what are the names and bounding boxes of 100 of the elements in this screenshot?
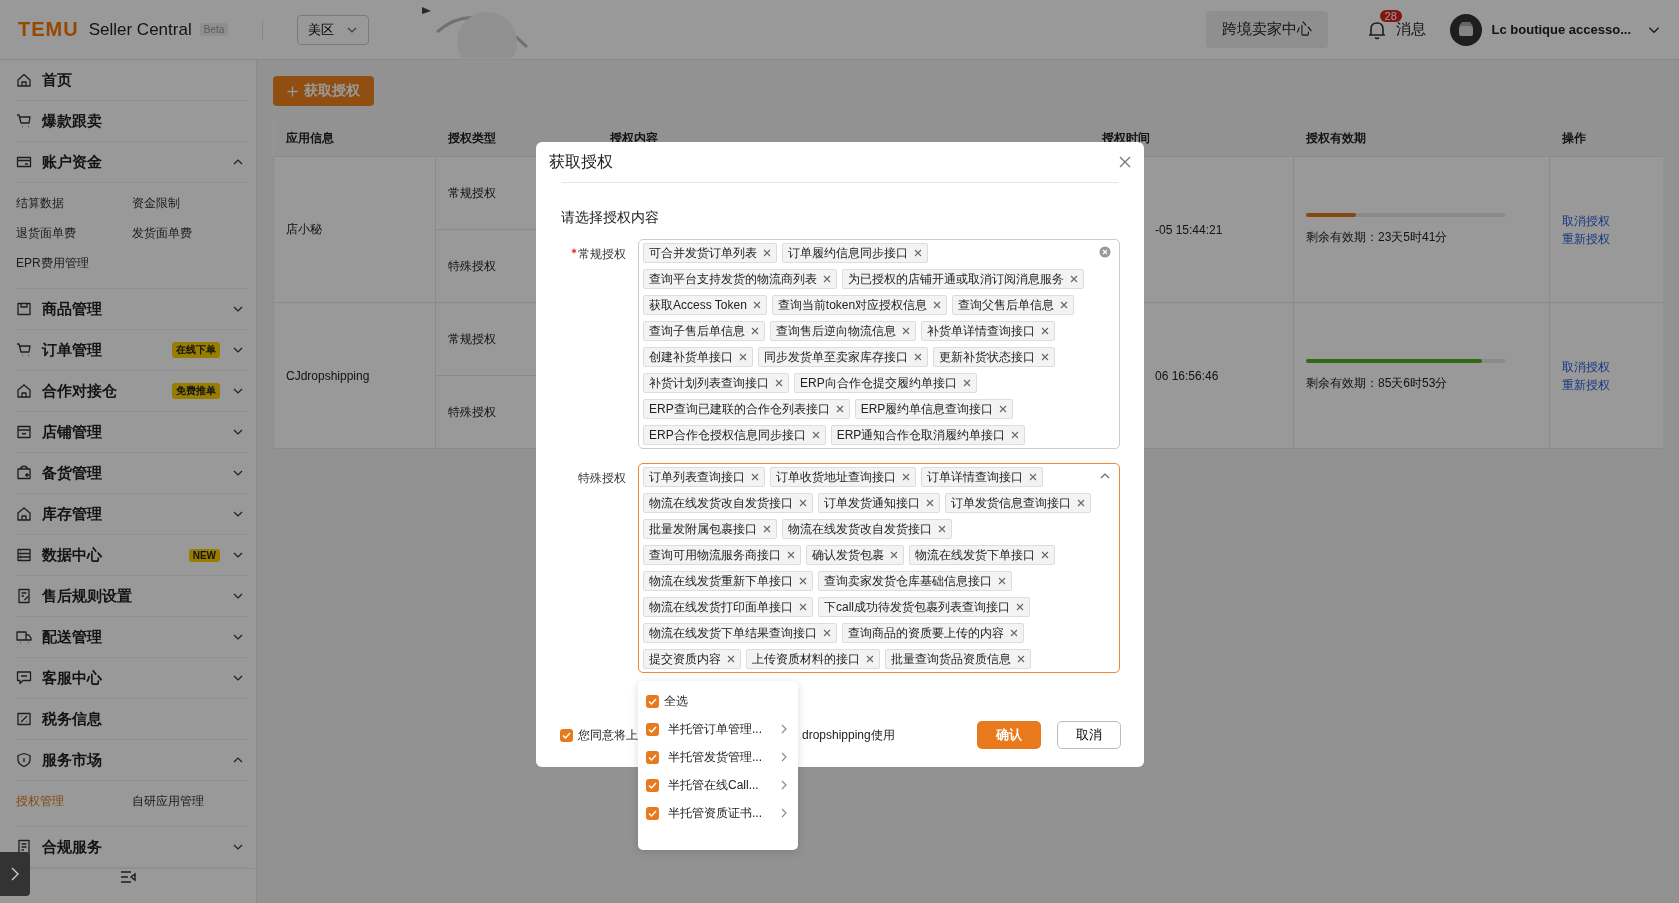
remove-icon[interactable] — [902, 473, 910, 481]
dropdown-option[interactable]: 半托管资质证书... — [638, 799, 798, 827]
remove-icon[interactable] — [890, 551, 898, 559]
option-checkbox[interactable] — [646, 722, 659, 736]
remove-icon[interactable] — [1011, 431, 1020, 439]
action-link[interactable]: 取消授权 — [1562, 211, 1651, 230]
tag-select-field[interactable] — [638, 239, 1120, 449]
agreement-text: dropshipping使用 — [802, 726, 895, 744]
remove-icon[interactable] — [1060, 301, 1069, 309]
remove-icon[interactable] — [1016, 603, 1024, 611]
agreement-checkbox[interactable] — [560, 728, 573, 742]
remove-icon[interactable] — [752, 301, 761, 309]
sidebar-item[interactable]: 库存管理 — [16, 494, 248, 535]
document-icon — [16, 588, 32, 604]
remove-icon[interactable] — [1041, 551, 1049, 559]
sidebar-item[interactable]: 首页 — [16, 60, 248, 101]
remove-icon[interactable] — [787, 551, 795, 559]
sidebar-item[interactable]: 客服中心 — [16, 658, 248, 699]
sidebar-subitem[interactable]: 结算数据 — [16, 195, 132, 212]
remove-icon[interactable] — [727, 655, 735, 663]
remove-icon[interactable] — [1029, 473, 1037, 481]
remove-icon[interactable] — [1017, 655, 1025, 663]
close-icon[interactable] — [1118, 155, 1132, 169]
remove-icon[interactable] — [1077, 499, 1085, 507]
sidebar-item[interactable]: 爆款跟卖 — [16, 101, 248, 142]
tag-label: 查询父售后单信息 — [958, 296, 1055, 314]
remove-icon[interactable] — [998, 577, 1006, 585]
remove-icon[interactable] — [933, 301, 942, 309]
option-checkbox[interactable] — [646, 778, 659, 792]
sidebar-subitem[interactable]: 自研应用管理 — [132, 793, 248, 810]
dropdown-option[interactable]: 全选 — [638, 687, 798, 715]
promo-badge: NEW — [188, 548, 220, 562]
sidebar-item[interactable]: 订单管理 在线下单 — [16, 330, 248, 371]
sidebar-item[interactable]: 商品管理 — [16, 289, 248, 330]
cancel-button[interactable]: 取消 — [1057, 721, 1121, 749]
remove-icon[interactable] — [999, 405, 1008, 413]
remove-icon[interactable] — [751, 473, 759, 481]
sidebar-subitem[interactable]: 发货面单费 — [132, 225, 248, 242]
remove-icon[interactable] — [799, 499, 807, 507]
remove-icon[interactable] — [835, 405, 844, 413]
remove-icon[interactable] — [799, 603, 807, 611]
remove-icon[interactable] — [1041, 327, 1049, 335]
tag-label: 查询售后逆向物流信息 — [776, 322, 896, 340]
sidebar-subitem[interactable]: EPR费用管理 — [16, 255, 132, 272]
remove-icon[interactable] — [914, 249, 922, 257]
option-checkbox[interactable] — [646, 750, 659, 764]
option-checkbox[interactable] — [646, 694, 659, 708]
remove-icon[interactable] — [799, 577, 807, 585]
remove-icon[interactable] — [938, 525, 946, 533]
dropdown-option[interactable]: 半托管在线Call... — [638, 771, 798, 799]
tag-label: 下call成功待发货包裹列表查询接口 — [824, 598, 1010, 616]
remove-icon[interactable] — [1010, 629, 1018, 637]
collapse-menu-icon[interactable] — [120, 870, 136, 884]
remove-icon[interactable] — [811, 431, 820, 439]
remove-icon[interactable] — [962, 379, 971, 387]
remove-icon[interactable] — [926, 499, 934, 507]
remove-icon[interactable] — [763, 525, 771, 533]
sidebar-item[interactable]: 配送管理 — [16, 617, 248, 658]
clear-icon[interactable] — [1099, 246, 1111, 258]
region-select[interactable]: 美区 — [297, 14, 370, 45]
sidebar-item[interactable]: 售后规则设置 — [16, 576, 248, 617]
field-label: 特殊授权 — [578, 471, 626, 485]
action-link[interactable]: 重新授权 — [1562, 375, 1651, 394]
remove-icon[interactable] — [763, 249, 771, 257]
card-icon — [16, 154, 32, 170]
box-icon — [16, 465, 32, 481]
expand-tab[interactable] — [0, 852, 30, 896]
remove-icon[interactable] — [914, 353, 922, 361]
remove-icon[interactable] — [823, 275, 831, 283]
remove-icon[interactable] — [1070, 275, 1078, 283]
sidebar-subitem[interactable]: 退货面单费 — [16, 225, 132, 242]
tag-label: 物流在线发货下单结果查询接口 — [649, 624, 817, 642]
remove-icon[interactable] — [902, 327, 910, 335]
shop-icon — [16, 424, 32, 440]
remove-icon[interactable] — [866, 655, 874, 663]
remove-icon[interactable] — [1041, 353, 1049, 361]
sidebar-item[interactable]: 账户资金 — [16, 142, 248, 183]
remove-icon[interactable] — [823, 629, 831, 637]
sidebar-item[interactable]: 店铺管理 — [16, 412, 248, 453]
tag-label: 订单履约信息同步接口 — [788, 244, 908, 262]
remove-icon[interactable] — [751, 327, 759, 335]
tag-label: 订单收货地址查询接口 — [776, 468, 896, 486]
remove-icon[interactable] — [775, 379, 783, 387]
action-link[interactable]: 取消授权 — [1562, 357, 1651, 376]
sidebar-item[interactable]: 数据中心 NEW — [16, 535, 248, 576]
account-name[interactable]: Lc boutique accesso... — [1491, 22, 1631, 37]
sidebar-item[interactable]: 税务信息 — [16, 699, 248, 740]
sidebar-item[interactable]: 备货管理 — [16, 453, 248, 494]
option-checkbox[interactable] — [646, 806, 659, 820]
dropdown-option[interactable]: 半托管订单管理... — [638, 715, 798, 743]
action-link[interactable]: 重新授权 — [1562, 229, 1651, 248]
remaining-validity: 剩余有效期：23天5时41分 — [1306, 229, 1449, 246]
seller-center-button[interactable]: 跨境卖家中心 — [1205, 11, 1328, 48]
messages-label[interactable]: 消息 — [1395, 20, 1426, 39]
sidebar-item[interactable]: 合作对接仓 免费推单 — [16, 371, 248, 412]
sidebar-item[interactable]: 服务市场 — [16, 740, 248, 781]
sidebar-subitem[interactable]: 资金限制 — [132, 195, 248, 212]
tag-select-field[interactable] — [638, 463, 1120, 673]
dropdown-option[interactable]: 半托管发货管理... — [638, 743, 798, 771]
remove-icon[interactable] — [739, 353, 747, 361]
